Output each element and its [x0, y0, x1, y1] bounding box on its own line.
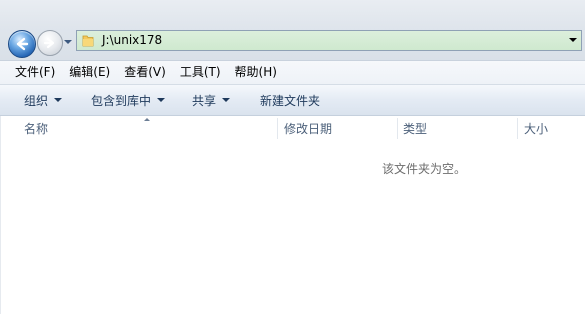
organize-button[interactable]: 组织: [0, 85, 71, 115]
new-folder-label: 新建文件夹: [260, 93, 321, 108]
back-arrow-icon: [16, 37, 29, 51]
menu-help[interactable]: 帮助(H): [228, 61, 284, 84]
column-divider[interactable]: [397, 118, 398, 139]
forward-arrow-icon: [43, 37, 55, 49]
back-button[interactable]: [8, 30, 36, 58]
column-divider[interactable]: [277, 118, 278, 139]
chevron-down-icon: [64, 40, 72, 44]
column-divider[interactable]: [517, 118, 518, 139]
share-button[interactable]: 共享: [174, 85, 239, 115]
navigation-area: J:\unix178: [0, 0, 585, 61]
file-list[interactable]: 名称 修改日期 类型 大小 该文件夹为空。: [0, 116, 585, 314]
address-path: J:\unix178: [102, 33, 163, 47]
command-bar: 组织 包含到库中 共享 新建文件夹: [0, 85, 585, 116]
chevron-down-icon: [157, 98, 166, 102]
menu-edit[interactable]: 编辑(E): [62, 61, 117, 84]
column-type[interactable]: 类型: [403, 116, 427, 141]
menu-bar: 文件(F) 编辑(E) 查看(V) 工具(T) 帮助(H): [0, 61, 585, 85]
share-label: 共享: [192, 93, 217, 108]
include-in-library-button[interactable]: 包含到库中: [71, 85, 174, 115]
column-date-modified[interactable]: 修改日期: [284, 116, 332, 141]
explorer-window: J:\unix178 文件(F) 编辑(E) 查看(V) 工具(T) 帮助(H)…: [0, 0, 585, 314]
chevron-down-icon: [54, 98, 63, 102]
recent-pages-button[interactable]: [63, 37, 73, 47]
menu-view[interactable]: 查看(V): [117, 61, 173, 84]
menu-tools[interactable]: 工具(T): [173, 61, 228, 84]
chevron-down-icon: [569, 38, 577, 42]
new-folder-button[interactable]: 新建文件夹: [239, 85, 329, 115]
sort-ascending-icon: [144, 118, 150, 121]
menu-file[interactable]: 文件(F): [0, 61, 62, 84]
column-header: 名称 修改日期 类型 大小: [0, 116, 585, 141]
forward-button[interactable]: [37, 30, 63, 56]
organize-label: 组织: [24, 93, 49, 108]
column-name[interactable]: 名称: [24, 116, 48, 141]
folder-icon: [82, 35, 94, 47]
include-in-library-label: 包含到库中: [91, 93, 152, 108]
address-bar[interactable]: J:\unix178: [76, 30, 582, 51]
address-history-button[interactable]: [565, 31, 581, 50]
pane-border: [0, 116, 1, 314]
empty-folder-message: 该文件夹为空。: [382, 162, 467, 176]
chevron-down-icon: [222, 98, 231, 102]
column-size[interactable]: 大小: [524, 116, 548, 141]
